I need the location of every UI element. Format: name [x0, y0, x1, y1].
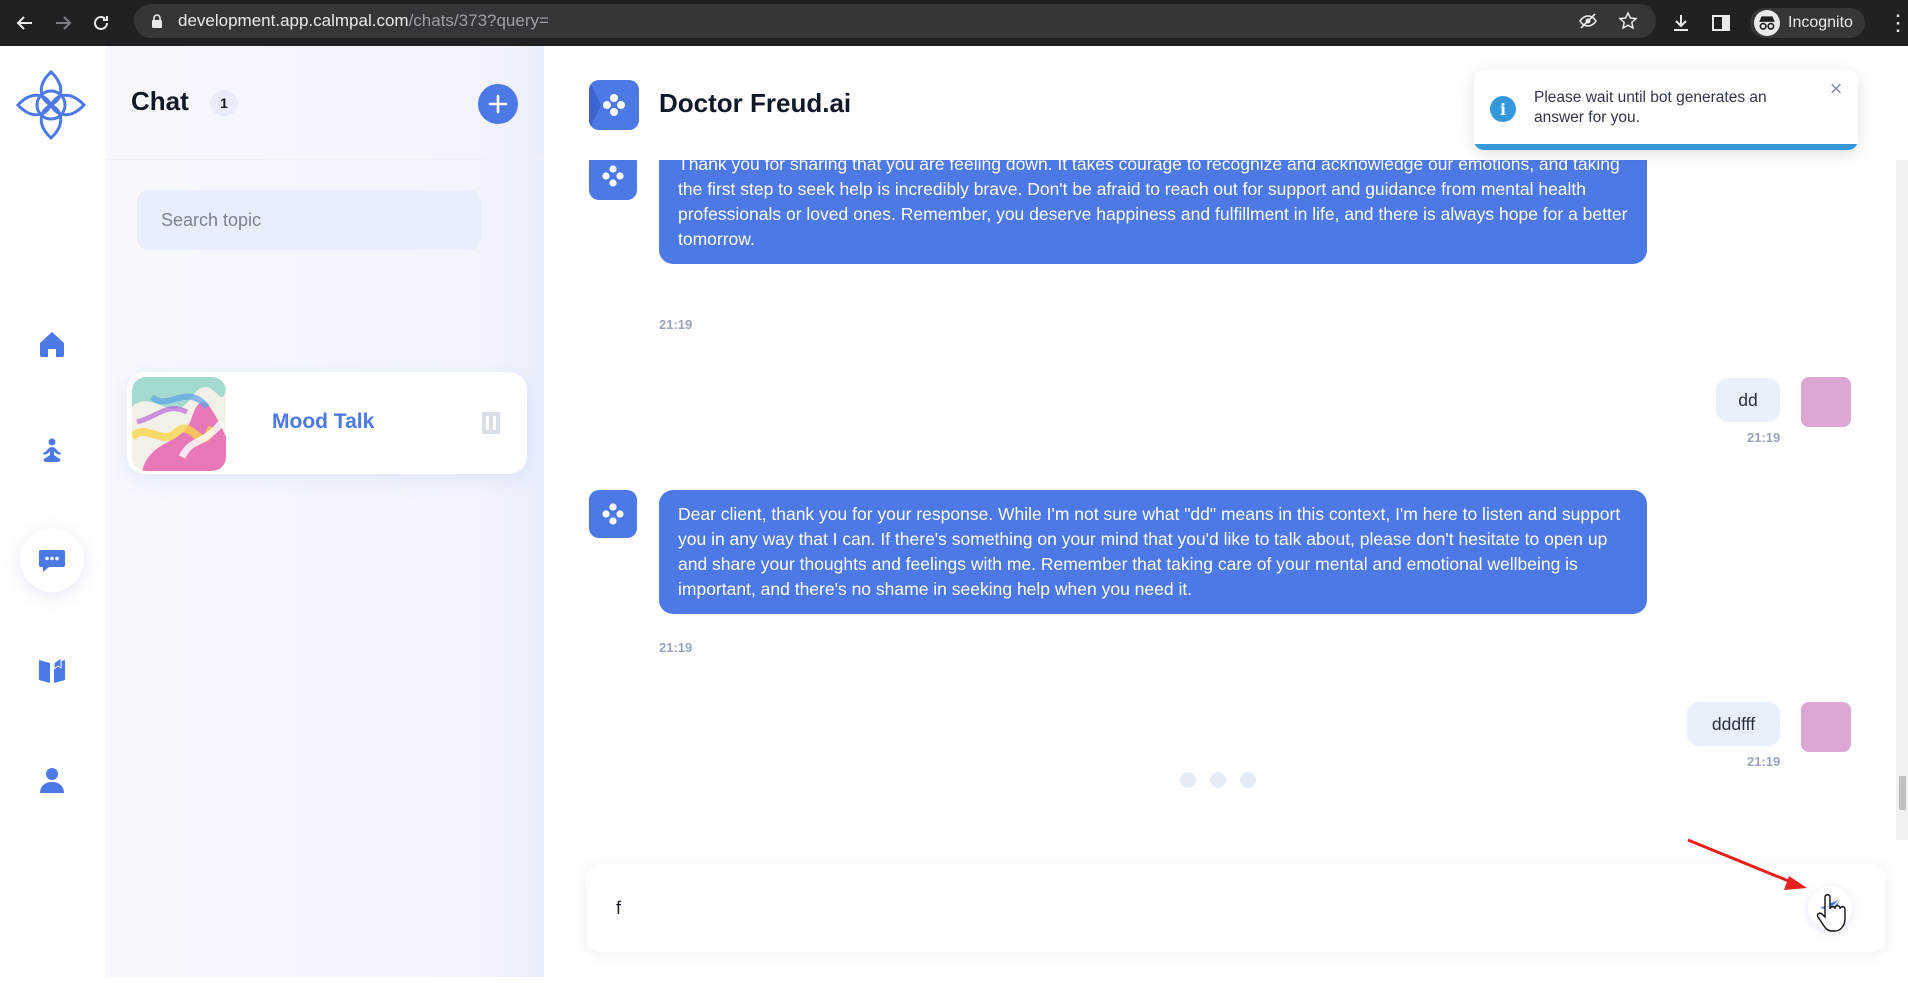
typing-dot — [1210, 772, 1226, 788]
user-avatar — [1801, 702, 1851, 752]
bot-message-avatar — [589, 490, 637, 538]
nav-meditation[interactable] — [20, 420, 84, 484]
scrollbar-thumb[interactable] — [1899, 776, 1906, 810]
chat-list-panel: Chat 1 Mood Talk — [106, 46, 544, 983]
send-button[interactable] — [1808, 886, 1852, 930]
chat-list-item-name: Mood Talk — [272, 410, 375, 433]
forward-icon[interactable] — [50, 10, 76, 36]
message-time: 21:19 — [1747, 754, 1781, 769]
info-toast: i Please wait until bot generates an ans… — [1474, 70, 1858, 150]
user-message-bubble: dd — [1716, 378, 1780, 422]
bot-message-bubble: Dear client, thank you for your response… — [659, 490, 1647, 614]
chat-icon — [39, 550, 65, 572]
message-time: 21:19 — [659, 317, 693, 332]
download-icon[interactable] — [1670, 12, 1692, 34]
incognito-icon — [1754, 10, 1780, 36]
bottom-edge — [0, 977, 1908, 983]
nav-rail — [0, 46, 106, 983]
plus-icon — [488, 94, 508, 114]
address-bar[interactable]: development.app.calmpal.com/chats/373?qu… — [134, 4, 1656, 38]
eye-off-icon[interactable] — [1578, 11, 1598, 31]
user-icon — [40, 768, 64, 793]
trash-icon[interactable] — [477, 408, 505, 436]
reload-icon[interactable] — [88, 10, 114, 36]
close-icon[interactable]: × — [1826, 78, 1846, 100]
bot-message-avatar — [589, 160, 637, 200]
chat-list-header: Chat 1 — [106, 46, 544, 160]
bot-name: Doctor Freud.ai — [659, 88, 852, 118]
calmpal-logo[interactable] — [14, 68, 88, 142]
chat-thumbnail — [132, 377, 226, 471]
url-host: development.app.calmpal.com — [178, 11, 409, 30]
chat-list-item[interactable]: Mood Talk — [127, 372, 527, 474]
search-topic-input[interactable] — [137, 190, 481, 250]
menu-icon[interactable]: ⋮ — [1887, 10, 1908, 36]
home-icon — [40, 332, 64, 357]
message-list: Thank you for sharing that you are feeli… — [544, 160, 1908, 840]
message-input[interactable] — [616, 886, 1766, 930]
chat-list-title: Chat — [131, 86, 189, 116]
browser-toolbar: development.app.calmpal.com/chats/373?qu… — [0, 0, 1908, 46]
typing-dot — [1180, 772, 1196, 788]
user-avatar — [1801, 377, 1851, 427]
nav-chat[interactable] — [20, 528, 84, 592]
nav-profile[interactable] — [20, 748, 84, 812]
side-panel-icon[interactable] — [1710, 12, 1732, 34]
message-composer — [586, 864, 1886, 952]
meditation-icon — [43, 438, 61, 462]
incognito-label: Incognito — [1788, 14, 1853, 31]
toast-progress-bar — [1474, 144, 1858, 150]
typing-indicator — [1180, 772, 1256, 788]
back-icon[interactable] — [12, 10, 38, 36]
message-scrollbar[interactable] — [1896, 160, 1908, 840]
url-path: /chats/373?query= — [408, 11, 549, 30]
nav-journal[interactable] — [20, 638, 84, 702]
send-icon — [1820, 898, 1841, 917]
toast-message: Please wait until bot generates an answe… — [1534, 89, 1767, 126]
book-icon — [39, 657, 65, 683]
info-icon: i — [1490, 96, 1516, 122]
message-time: 21:19 — [659, 640, 693, 655]
user-message-bubble: dddfff — [1687, 702, 1780, 746]
message-time: 21:19 — [1747, 430, 1781, 445]
incognito-badge[interactable]: Incognito — [1750, 8, 1865, 38]
chat-main: Doctor Freud.ai Thank you for sharing th… — [544, 46, 1908, 983]
lock-icon — [152, 14, 162, 28]
add-chat-button[interactable] — [478, 84, 518, 124]
nav-home[interactable] — [20, 312, 84, 376]
bot-message-bubble: Thank you for sharing that you are feeli… — [659, 160, 1647, 264]
star-icon[interactable] — [1618, 11, 1638, 31]
bot-avatar[interactable] — [589, 80, 639, 130]
typing-dot — [1240, 772, 1256, 788]
chat-count-badge: 1 — [210, 90, 238, 116]
